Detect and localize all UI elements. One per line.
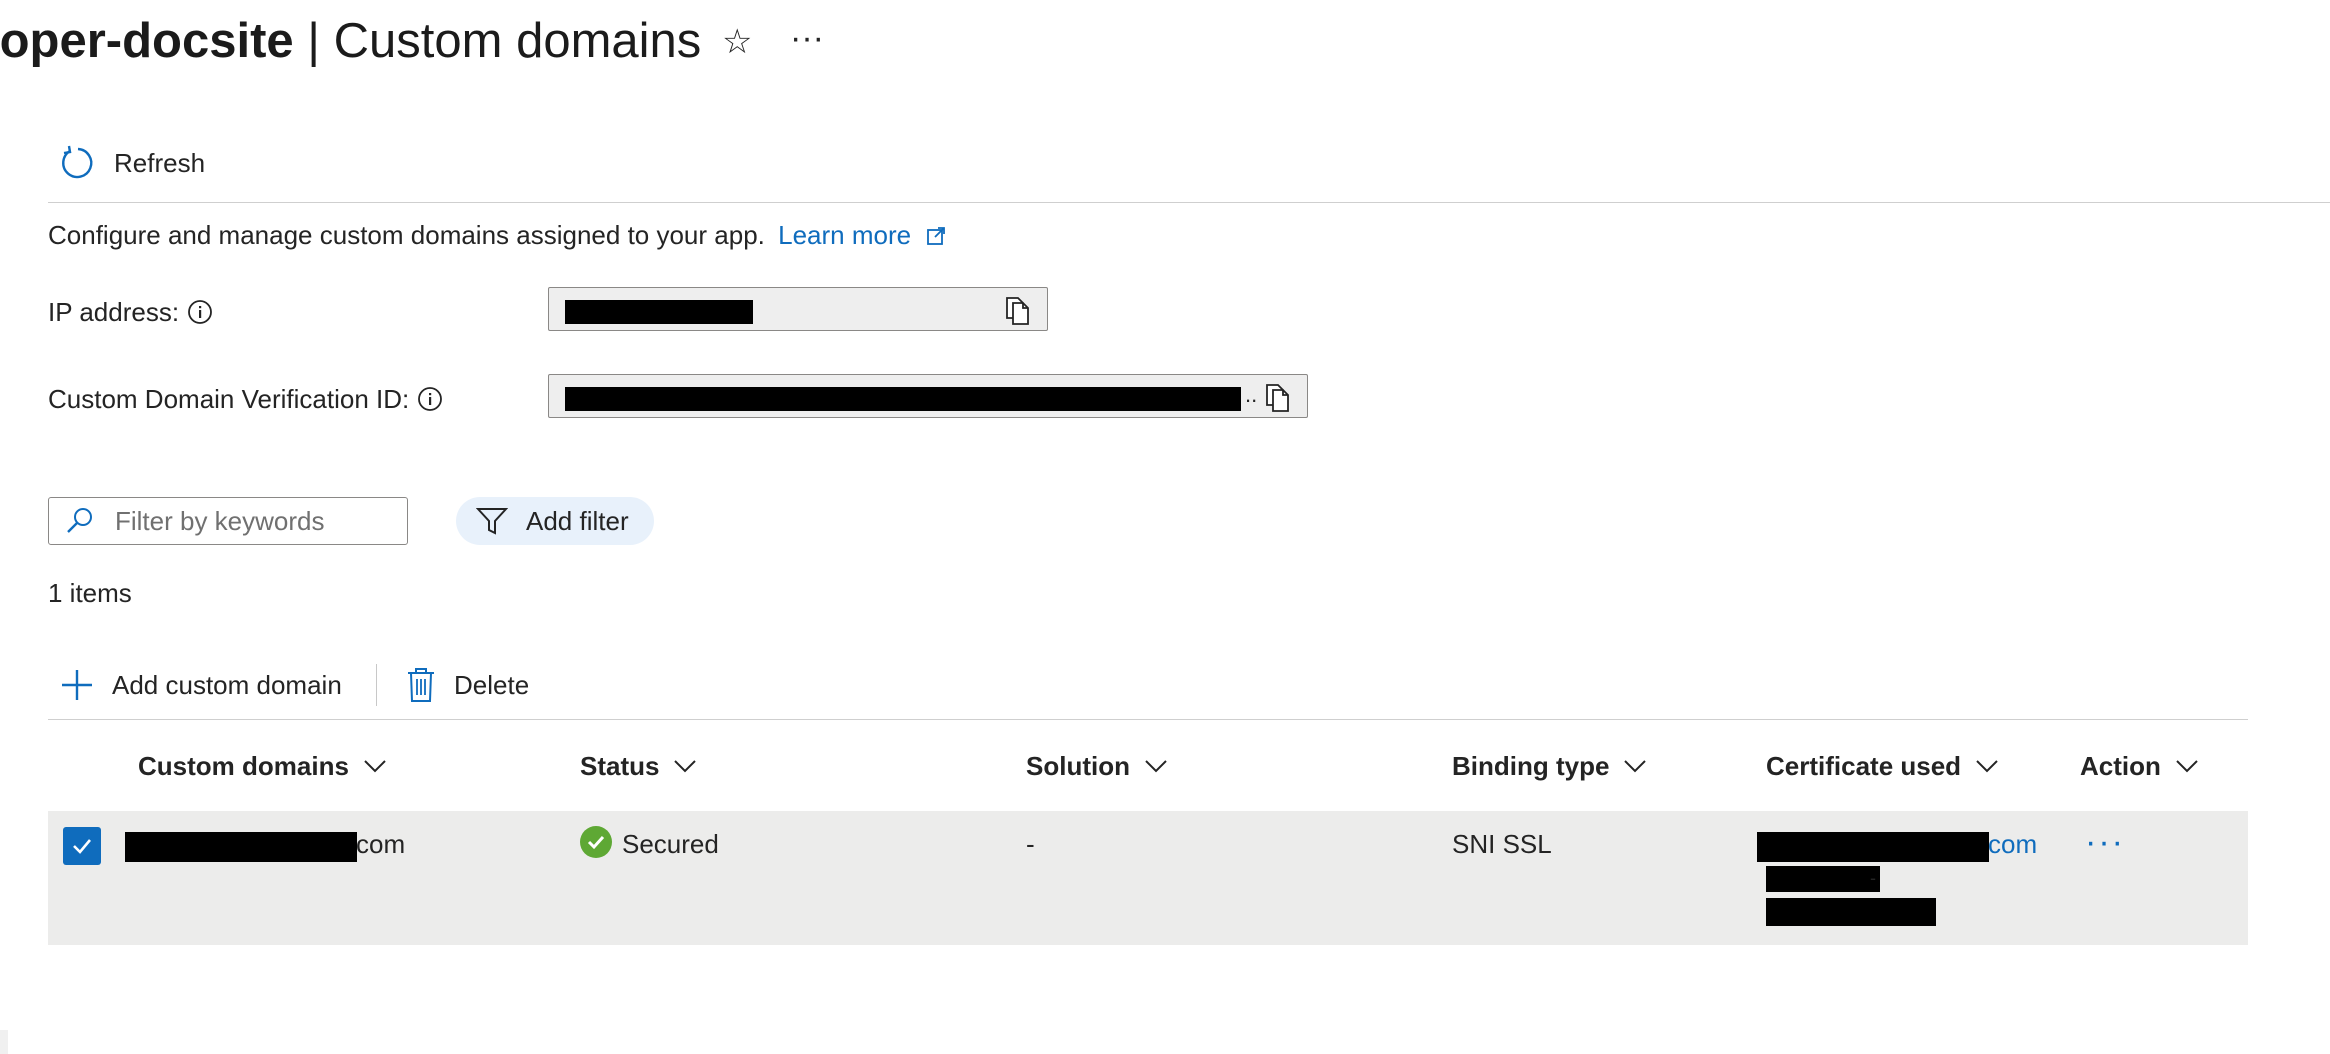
divider xyxy=(48,202,2330,203)
column-header-custom-domains[interactable]: Custom domains xyxy=(138,746,387,786)
delete-label: Delete xyxy=(454,669,530,700)
truncation-ellipsis: .. xyxy=(1245,382,1258,407)
success-check-icon xyxy=(580,826,612,863)
info-icon[interactable] xyxy=(417,386,443,412)
status-text: Secured xyxy=(622,829,719,859)
divider xyxy=(48,719,2248,720)
chevron-down-icon xyxy=(364,760,386,773)
column-label: Custom domains xyxy=(138,751,349,781)
column-header-solution[interactable]: Solution xyxy=(1026,746,1168,786)
column-header-certificate-used[interactable]: Certificate used xyxy=(1766,746,1999,786)
refresh-icon xyxy=(62,145,93,179)
verification-id-field[interactable]: .. xyxy=(548,374,1308,418)
binding-type-value: SNI SSL xyxy=(1452,829,1552,859)
redacted-value xyxy=(565,300,753,324)
ellipsis-icon[interactable]: ··· xyxy=(790,14,824,62)
delete-button[interactable]: Delete xyxy=(406,664,529,706)
add-custom-domain-label: Add custom domain xyxy=(112,669,342,700)
certificate-link[interactable]: com xyxy=(1988,824,2037,864)
corner-mark xyxy=(0,1030,8,1054)
ip-address-label: IP address: xyxy=(48,293,213,331)
copy-icon[interactable] xyxy=(1261,381,1293,413)
chevron-down-icon xyxy=(674,760,697,773)
add-filter-button[interactable]: Add filter xyxy=(456,497,654,545)
chevron-down-icon xyxy=(1145,760,1167,773)
redacted-value xyxy=(565,387,1241,411)
items-count: 1 items xyxy=(48,578,132,608)
plus-icon xyxy=(62,670,92,700)
page-description: Configure and manage custom domains assi… xyxy=(48,216,946,254)
column-header-status[interactable]: Status xyxy=(580,746,697,786)
resource-name: loper-docsite xyxy=(0,14,294,68)
certificate-extra: - xyxy=(1870,868,1876,888)
column-header-action[interactable]: Action xyxy=(2080,746,2199,786)
page-title-text: Custom domains xyxy=(333,14,702,68)
checkmark-icon xyxy=(73,839,91,854)
search-icon xyxy=(67,508,92,533)
column-label: Solution xyxy=(1026,751,1130,781)
chevron-down-icon xyxy=(1624,760,1647,773)
chevron-down-icon xyxy=(2176,760,2198,773)
solution-value: - xyxy=(1026,829,1035,859)
column-label: Action xyxy=(2080,751,2161,781)
column-label: Certificate used xyxy=(1766,751,1962,781)
page-title: loper-docsite | Custom domains xyxy=(0,8,701,74)
row-checkbox[interactable] xyxy=(63,827,101,865)
redacted-certificate-thumbprint xyxy=(1766,898,1936,926)
external-link-icon xyxy=(927,227,946,245)
trash-icon xyxy=(408,668,434,702)
refresh-label: Refresh xyxy=(114,147,206,178)
learn-more-link[interactable]: Learn more xyxy=(778,220,946,250)
copy-icon[interactable] xyxy=(1001,294,1033,326)
domain-suffix: com xyxy=(356,829,406,859)
toolbar-separator xyxy=(376,664,377,706)
verification-id-label-text: Custom Domain Verification ID: xyxy=(48,384,410,414)
verification-id-label: Custom Domain Verification ID: xyxy=(48,380,443,418)
description-text: Configure and manage custom domains assi… xyxy=(48,220,765,250)
filter-icon xyxy=(476,508,508,535)
refresh-button[interactable]: Refresh xyxy=(60,140,205,186)
ip-address-field[interactable] xyxy=(548,287,1048,331)
redacted-domain xyxy=(125,832,357,862)
column-header-binding-type[interactable]: Binding type xyxy=(1452,746,1647,786)
column-label: Status xyxy=(580,751,660,781)
title-separator: | xyxy=(293,14,334,68)
add-filter-label: Add filter xyxy=(526,505,629,536)
ip-address-label-text: IP address: xyxy=(48,297,180,327)
add-custom-domain-button[interactable]: Add custom domain xyxy=(60,664,342,706)
column-label: Binding type xyxy=(1452,751,1610,781)
learn-more-label: Learn more xyxy=(778,220,912,250)
info-icon[interactable] xyxy=(187,299,213,325)
redacted-certificate-detail xyxy=(1766,866,1880,892)
row-actions-button[interactable]: ··· xyxy=(2085,824,2125,860)
filter-search-box[interactable] xyxy=(48,497,408,545)
star-icon[interactable]: ☆ xyxy=(722,18,752,66)
chevron-down-icon xyxy=(1976,760,1998,773)
filter-input[interactable] xyxy=(113,504,387,538)
